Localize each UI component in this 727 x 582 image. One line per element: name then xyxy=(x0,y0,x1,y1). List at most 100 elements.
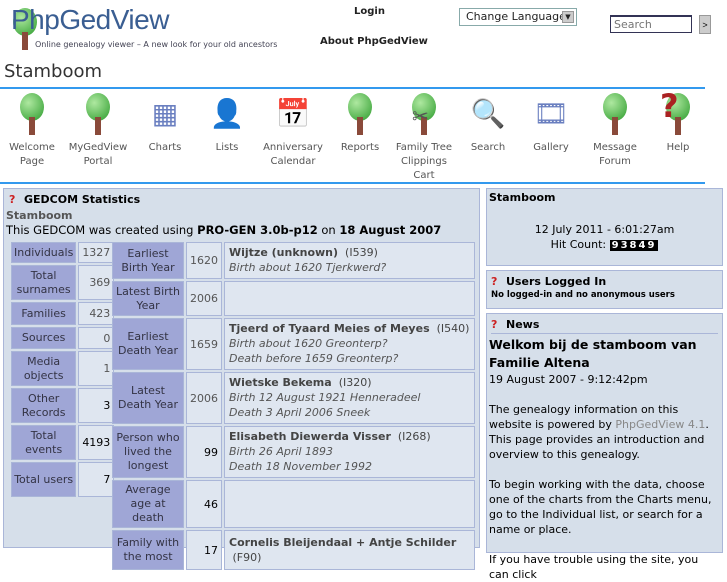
created-line: This GEDCOM was created using PRO-GEN 3.… xyxy=(6,223,441,237)
menu-item[interactable]: 📅 Anniversary Calendar xyxy=(261,93,325,169)
menu-item[interactable]: ? Help xyxy=(646,90,710,155)
record-row: Earliest Death Year 1659 Tjeerd of Tyaard … xyxy=(112,318,475,370)
menu-item[interactable]: 🔍 Search xyxy=(456,93,520,155)
stats-row: Other Records 3 xyxy=(11,388,115,423)
stat-value: 3 xyxy=(78,388,115,423)
panel-title: Users Logged In xyxy=(506,275,607,288)
menu-item[interactable]: Reports xyxy=(328,93,392,155)
hit-count-label: Hit Count: xyxy=(550,238,607,251)
record-label: Latest Birth Year xyxy=(112,281,184,316)
record-label: Earliest Death Year xyxy=(112,318,184,370)
menu-item-label: Charts xyxy=(148,142,182,153)
search-input[interactable] xyxy=(610,15,692,33)
record-value: 17 xyxy=(186,530,222,570)
record-detail: Tjeerd of Tyaard Meies of Meyes (I540) Bi… xyxy=(224,318,475,370)
person-link[interactable]: Tjeerd of Tyaard Meies of Meyes xyxy=(229,322,430,335)
stat-label: Families xyxy=(11,302,77,325)
stats-records-table: Earliest Birth Year 1620 Wijtze (unknown) … xyxy=(110,240,477,572)
stat-value: 369 xyxy=(78,265,115,300)
info-panel: Stamboom 12 July 2011 - 6:01:27am Hit Co… xyxy=(486,188,723,266)
about-link[interactable]: About PhpGedView xyxy=(320,36,428,47)
record-id: (F90) xyxy=(232,551,262,564)
block-config-icon[interactable]: ? xyxy=(9,194,19,206)
menu-item[interactable]: 👤 Lists xyxy=(195,93,259,155)
record-id: (I539) xyxy=(345,246,378,259)
news-text: To begin working with the data, choose o… xyxy=(489,478,712,536)
panel-header: ? GEDCOM Statistics xyxy=(9,193,140,206)
stats-row: Total users 7 xyxy=(11,462,115,497)
charts-icon: ▦ xyxy=(151,97,179,130)
users-logged-in-panel: ? Users Logged In No logged-in and no ano… xyxy=(486,270,723,309)
record-label: Earliest Birth Year xyxy=(112,242,184,279)
created-on: on xyxy=(317,223,340,237)
record-row: Average age at death 46 xyxy=(112,480,475,528)
login-link[interactable]: Login xyxy=(354,6,385,17)
news-panel: ? News Welkom bij de stamboom van Familie… xyxy=(486,313,723,581)
page-title: Stamboom xyxy=(4,61,103,82)
block-config-icon[interactable]: ? xyxy=(491,319,501,331)
record-fact: Death before 1659 Greonterp? xyxy=(229,352,399,365)
language-select[interactable]: Change Language ▼ xyxy=(459,8,577,26)
stat-label: Total users xyxy=(11,462,77,497)
phpgedview-link[interactable]: PhpGedView 4.1 xyxy=(615,418,705,431)
menu-item[interactable]: ✂ Family Tree Clippings Cart xyxy=(392,93,456,183)
record-label: Latest Death Year xyxy=(112,372,184,424)
stats-row: Total surnames 369 xyxy=(11,265,115,300)
current-datetime: 12 July 2011 - 6:01:27am xyxy=(534,223,675,236)
search-go-button[interactable]: > xyxy=(699,15,711,34)
logo-title: PhpGedView xyxy=(11,4,169,35)
menu-item-label: Lists xyxy=(215,142,239,153)
stat-label: Individuals xyxy=(11,242,77,263)
stats-row: Media objects 1 xyxy=(11,351,115,386)
panel-title: Stamboom xyxy=(489,191,556,204)
magnifier-icon: 🔍 xyxy=(470,97,506,130)
menu-item[interactable]: MyGedView Portal xyxy=(66,93,130,169)
menu-item[interactable]: ▦ Charts xyxy=(133,93,197,155)
stat-value: 0 xyxy=(78,327,115,349)
block-config-icon[interactable]: ? xyxy=(491,276,501,288)
record-detail: Elisabeth Diewerda Visser (I268) Birth 26… xyxy=(224,426,475,478)
menu-item[interactable]: 🎞 Gallery xyxy=(519,93,583,155)
hit-counter: 93849 xyxy=(609,240,659,251)
record-fact: Birth 26 April 1893 xyxy=(229,445,334,458)
person-link[interactable]: Elisabeth Diewerda Visser xyxy=(229,430,391,443)
stat-label: Total events xyxy=(11,425,77,460)
stats-row: Individuals 1327 xyxy=(11,242,115,263)
calendar-icon: 📅 xyxy=(275,97,311,130)
stat-label: Sources xyxy=(11,327,77,349)
menu-item-label: Welcome Page xyxy=(9,142,55,167)
stat-label: Other Records xyxy=(11,388,77,423)
created-prefix: This GEDCOM was created using xyxy=(6,223,198,237)
menu-item-label: Family Tree Clippings Cart xyxy=(395,142,453,181)
dropdown-arrow-icon: ▼ xyxy=(562,11,574,23)
tree-icon xyxy=(12,93,52,135)
record-id: (I320) xyxy=(338,376,372,389)
menu-item-label: Help xyxy=(666,142,690,153)
news-text: If you have trouble using the site, you … xyxy=(489,553,699,581)
gallery-icon: 🎞 xyxy=(533,97,569,130)
logo[interactable]: PhpGedView Online genealogy viewer – A n… xyxy=(5,4,277,50)
menu-item-label: Gallery xyxy=(533,142,569,153)
record-value: 46 xyxy=(186,480,222,528)
stat-value: 1327 xyxy=(78,242,115,263)
record-fact: Death 3 April 2006 Sneek xyxy=(229,406,371,419)
person-link[interactable]: Wijtze (unknown) xyxy=(229,246,338,259)
menu-item-label: Reports xyxy=(340,142,380,153)
menu-item[interactable]: Welcome Page xyxy=(0,93,64,169)
person-link[interactable]: Cornelis Bleijendaal + Antje Schilder xyxy=(229,536,456,549)
record-row: Earliest Birth Year 1620 Wijtze (unknown) … xyxy=(112,242,475,279)
stat-value: 7 xyxy=(78,462,115,497)
news-date: 19 August 2007 - 9:12:42pm xyxy=(489,373,648,386)
tree-icon xyxy=(78,93,118,135)
record-label: Family with the most xyxy=(112,530,184,570)
person-icon: 👤 xyxy=(209,97,245,130)
created-date: 18 August 2007 xyxy=(339,223,442,237)
reports-icon xyxy=(340,93,380,135)
menu-item-label: Message Forum xyxy=(593,142,637,167)
menu-item-label: MyGedView Portal xyxy=(68,142,128,167)
record-value: 99 xyxy=(186,426,222,478)
menu-item[interactable]: Message Forum xyxy=(583,93,647,169)
logo-tagline: Online genealogy viewer – A new look for… xyxy=(35,40,278,49)
person-link[interactable]: Wietske Bekema xyxy=(229,376,332,389)
record-label: Person who lived the longest xyxy=(112,426,184,478)
